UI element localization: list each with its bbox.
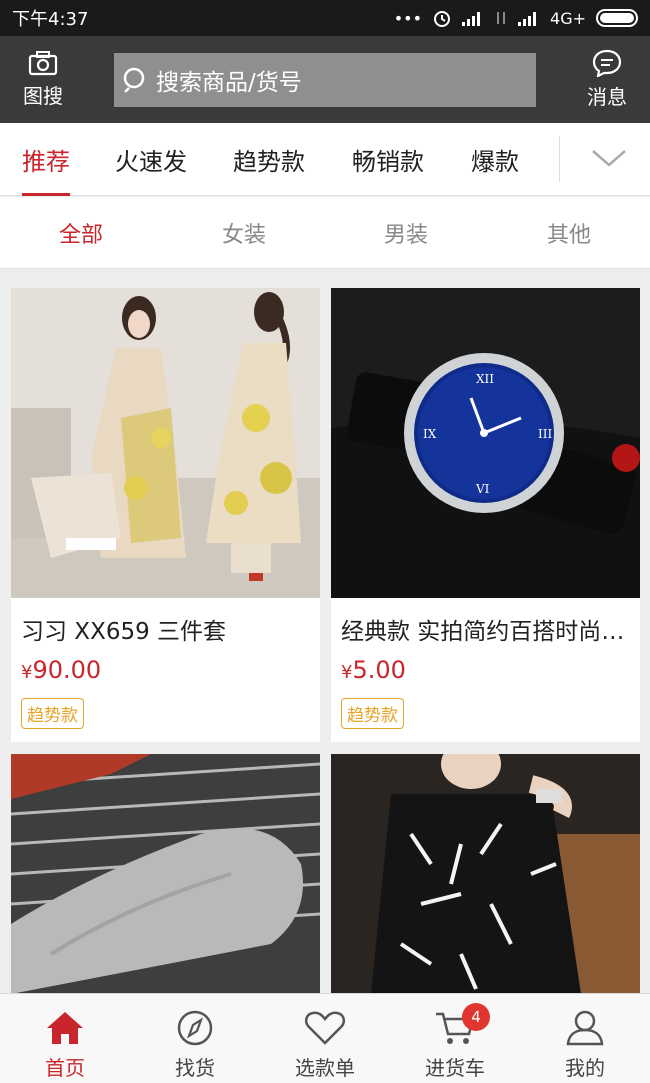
nav-cart[interactable]: 进货车 4 [390,994,520,1083]
svg-text:XII: XII [476,372,494,386]
sweater-image [331,754,640,994]
svg-text:VI: VI [475,482,490,496]
status-bar: 下午4:37 ••• 4G+ [0,0,650,36]
product-price: ¥5.00 [331,648,640,694]
user-icon [566,1010,604,1046]
product-card[interactable]: 习习 XX659 三件套 ¥90.00 趋势款 [11,288,320,742]
image-search-button[interactable]: 图搜 [0,50,86,109]
watch-image: XII III VI IX [331,288,640,598]
product-tag: 趋势款 [341,698,404,729]
price-value: 90.00 [32,656,102,684]
product-image-watch[interactable]: XII III VI IX [331,288,640,598]
nav-profile[interactable]: 我的 [520,994,650,1083]
bottom-nav: 首页 找货 选款单 进货车 4 我的 [0,993,650,1083]
tab-best-selling[interactable]: 畅销款 [352,123,424,196]
currency-symbol: ¥ [341,662,353,683]
search-placeholder: 搜索商品/货号 [156,69,302,96]
search-input[interactable]: 搜索商品/货号 [114,52,536,107]
battery-icon [596,9,638,27]
tab-recommend[interactable]: 推荐 [22,123,70,196]
product-price: ¥90.00 [11,648,320,694]
subtab-all[interactable]: 全部 [6,197,156,269]
product-card[interactable] [11,754,320,994]
currency-symbol: ¥ [21,662,33,683]
product-card[interactable]: XII III VI IX 经典款 实拍简约百搭时尚手表 ¥5.00 趋势款 [331,288,640,742]
product-card[interactable] [331,754,640,994]
category-tabs: 推荐 火速发 趋势款 畅销款 爆款 [0,123,650,196]
compass-icon [177,1010,213,1046]
sub-tabs: 全部 女装 男装 其他 [0,197,650,269]
svg-text:III: III [538,427,552,441]
price-value: 5.00 [352,656,406,684]
data-transfer-icon [497,12,506,24]
cart-badge: 4 [462,1003,490,1031]
floral-dress-image [11,288,320,598]
home-icon [47,1012,83,1044]
image-search-label: 图搜 [23,84,63,108]
status-icons: ••• 4G+ [394,8,638,28]
socks-image [11,754,320,994]
svg-text:IX: IX [423,427,437,441]
nav-find[interactable]: 找货 [130,994,260,1083]
product-tag: 趋势款 [21,698,84,729]
tab-fast-ship[interactable]: 火速发 [115,123,187,196]
subtab-women[interactable]: 女装 [169,197,319,269]
nav-home-label: 首页 [45,1056,85,1080]
nav-favorites[interactable]: 选款单 [260,994,390,1083]
nav-profile-label: 我的 [565,1056,605,1080]
message-bubble-icon [592,49,622,77]
signal-icon [462,12,481,26]
nav-favorites-label: 选款单 [295,1056,355,1080]
status-time: 下午4:37 [12,9,89,30]
product-title[interactable]: 习习 XX659 三件套 [11,598,320,648]
tab-hot[interactable]: 爆款 [471,123,519,196]
camera-icon [28,51,58,76]
alarm-icon [434,11,451,27]
signal-icon-2 [518,12,537,26]
nav-home[interactable]: 首页 [0,994,130,1083]
network-type: 4G+ [550,8,586,28]
heart-icon [304,1011,346,1045]
tab-divider [559,136,560,182]
messages-button[interactable]: 消息 [564,49,650,110]
messages-label: 消息 [587,85,627,109]
subtab-men[interactable]: 男装 [331,197,481,269]
nav-find-label: 找货 [175,1056,215,1080]
product-image-dress[interactable] [11,288,320,598]
product-title[interactable]: 经典款 实拍简约百搭时尚手表 [331,598,640,648]
product-image-sweater[interactable] [331,754,640,994]
tab-trending[interactable]: 趋势款 [233,123,305,196]
subtab-other[interactable]: 其他 [494,197,644,269]
search-icon [123,67,145,93]
more-dots-icon: ••• [393,8,423,28]
nav-cart-label: 进货车 [425,1056,485,1080]
app-header: 图搜 搜索商品/货号 消息 [0,36,650,123]
product-image-socks[interactable] [11,754,320,994]
chevron-down-icon[interactable] [590,145,628,173]
